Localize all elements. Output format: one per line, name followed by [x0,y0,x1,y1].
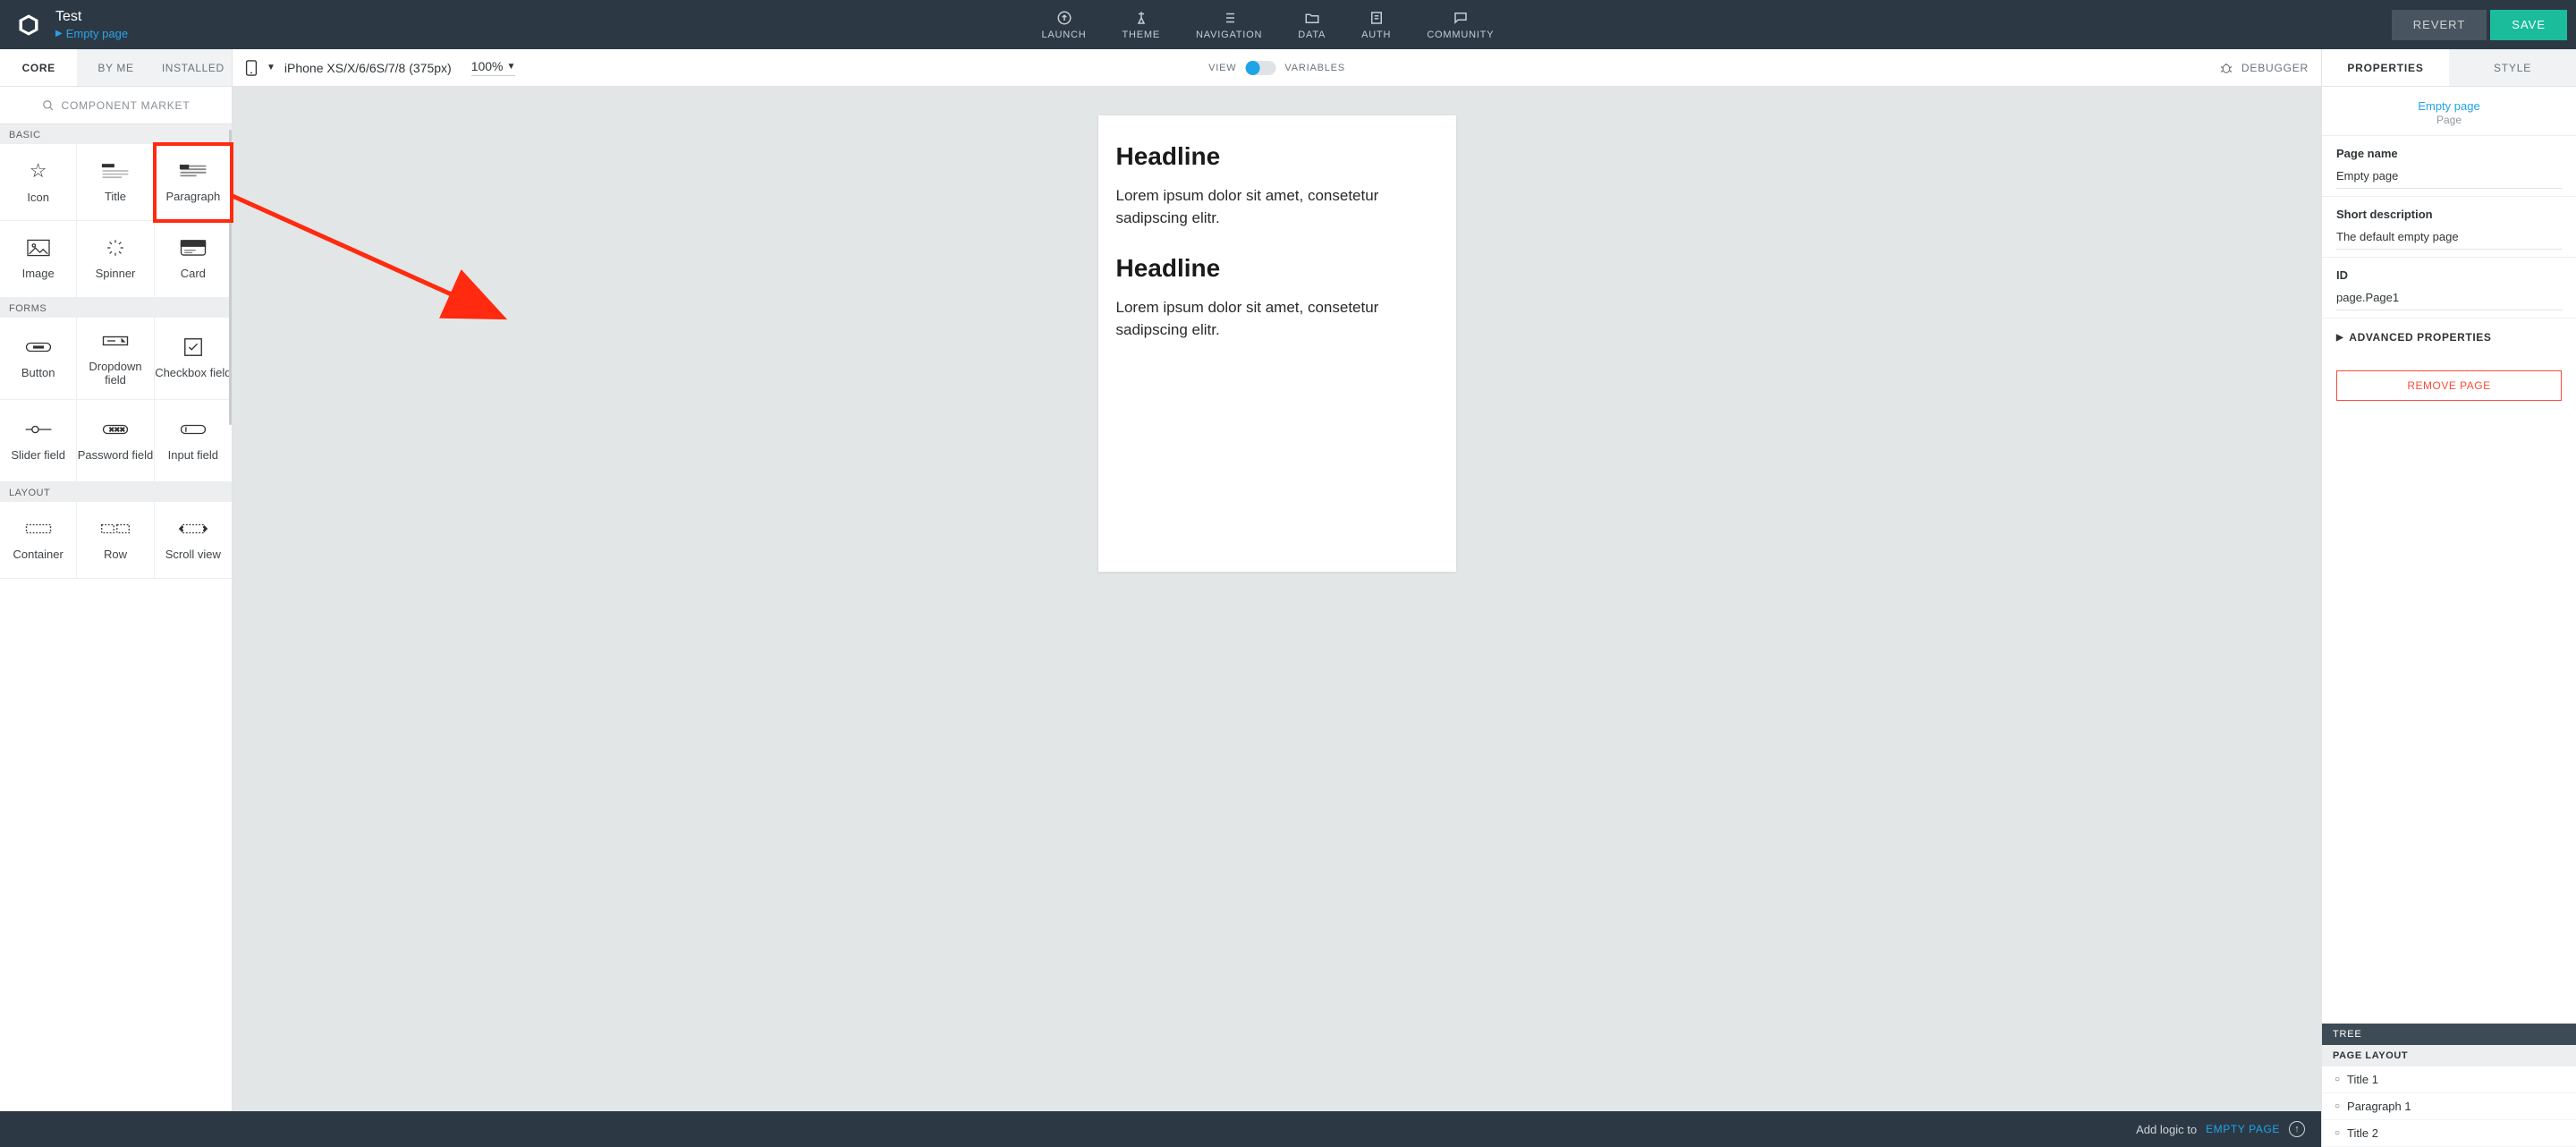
dropdown-icon [99,330,131,352]
tree-item-title1[interactable]: Title 1 [2322,1066,2576,1093]
nav-community[interactable]: COMMUNITY [1427,10,1494,40]
tab-installed[interactable]: INSTALLED [155,49,232,86]
component-dropdown[interactable]: Dropdown field [77,318,154,400]
view-variables-toggle[interactable] [1245,61,1275,75]
properties-panel: Empty page Page Page name Short descript… [2321,87,2576,1147]
search-icon [42,99,55,112]
tree-item-title2[interactable]: Title 2 [2322,1120,2576,1147]
theme-icon [1133,10,1149,26]
input-id[interactable] [2336,287,2562,310]
section-forms: FORMS [0,298,232,318]
component-image[interactable]: Image [0,221,77,298]
sub-bar: CORE BY ME INSTALLED ▼ iPhone XS/X/6/6S/… [0,49,2576,87]
selected-element-type: Page [2322,114,2576,126]
zoom-selector[interactable]: 100%▼ [471,59,516,76]
selected-element-link[interactable]: Empty page [2322,99,2576,113]
container-icon [22,518,55,540]
component-icon[interactable]: ☆Icon [0,144,77,221]
paragraph-icon [177,160,209,182]
canvas-area[interactable]: Headline Lorem ipsum dolor sit amet, con… [233,87,2321,1147]
nav-theme[interactable]: THEME [1123,10,1161,40]
component-panel: COMPONENT MARKET BASIC ☆Icon Title Parag… [0,87,233,1147]
star-icon: ☆ [30,159,47,183]
image-icon [22,237,55,259]
input-page-name[interactable] [2336,166,2562,189]
nav-auth[interactable]: AUTH [1361,10,1391,40]
svg-text:✕✕✕: ✕✕✕ [109,426,125,434]
toggle-label-view: VIEW [1208,63,1236,73]
component-row[interactable]: Row [77,502,154,579]
title-icon [99,160,131,182]
chat-icon [1453,10,1469,26]
checkbox-icon [177,336,209,358]
device-selector[interactable]: ▼ iPhone XS/X/6/6S/7/8 (375px) [245,60,452,76]
folder-icon [1304,10,1320,26]
card-icon [177,237,209,259]
nav-launch[interactable]: LAUNCH [1042,10,1087,40]
tab-core[interactable]: CORE [0,49,77,86]
component-scrollview[interactable]: Scroll view [155,502,232,579]
password-icon: ✕✕✕ [99,419,131,440]
row-icon [99,518,131,540]
logic-footer: Add logic to EMPTY PAGE ↑ [0,1111,2321,1147]
top-bar: Test ▶Empty page LAUNCH THEME NAVIGATION… [0,0,2576,49]
canvas-paragraph-2[interactable]: Lorem ipsum dolor sit amet, consetetur s… [1116,297,1438,341]
component-container[interactable]: Container [0,502,77,579]
spinner-icon [99,237,131,259]
remove-page-button[interactable]: REMOVE PAGE [2336,370,2562,401]
arrow-up-icon[interactable]: ↑ [2289,1121,2305,1137]
upload-icon [1056,10,1072,26]
canvas-headline-2[interactable]: Headline [1116,254,1438,283]
component-slider[interactable]: Slider field [0,400,77,482]
bug-icon [2218,61,2234,75]
nav-navigation[interactable]: NAVIGATION [1196,10,1262,40]
app-title: Test [55,9,128,25]
toggle-label-variables: VARIABLES [1284,63,1345,73]
tree-header: TREE [2322,1024,2576,1045]
tree-item-paragraph1[interactable]: Paragraph 1 [2322,1093,2576,1120]
component-market-button[interactable]: COMPONENT MARKET [0,87,232,124]
section-basic: BASIC [0,124,232,144]
component-button[interactable]: Button [0,318,77,400]
breadcrumb[interactable]: ▶Empty page [55,27,128,40]
label-id: ID [2336,268,2562,282]
footer-text: Add logic to [2136,1123,2197,1136]
component-card[interactable]: Card [155,221,232,298]
auth-icon [1368,10,1385,26]
canvas-paragraph-1[interactable]: Lorem ipsum dolor sit amet, consetetur s… [1116,185,1438,229]
input-icon [177,419,209,440]
footer-link[interactable]: EMPTY PAGE [2206,1123,2280,1135]
nav-data[interactable]: DATA [1298,10,1326,40]
revert-button[interactable]: REVERT [2392,10,2487,40]
component-checkbox[interactable]: Checkbox field [155,318,232,400]
button-icon [22,336,55,358]
tab-style[interactable]: STYLE [2449,49,2576,86]
canvas-headline-1[interactable]: Headline [1116,142,1438,171]
tab-properties[interactable]: PROPERTIES [2322,49,2449,86]
slider-icon [22,419,55,440]
scrollview-icon [177,518,209,540]
phone-canvas[interactable]: Headline Lorem ipsum dolor sit amet, con… [1098,115,1456,572]
list-icon [1221,10,1237,26]
label-page-name: Page name [2336,147,2562,160]
annotation-arrow [233,87,769,427]
component-input[interactable]: Input field [155,400,232,482]
phone-icon [245,60,258,76]
component-paragraph[interactable]: Paragraph [155,144,232,221]
input-short-desc[interactable] [2336,226,2562,250]
advanced-properties-toggle[interactable]: ▶ADVANCED PROPERTIES [2322,318,2576,356]
component-spinner[interactable]: Spinner [77,221,154,298]
tab-byme[interactable]: BY ME [77,49,154,86]
tree-subheader: PAGE LAYOUT [2322,1045,2576,1066]
debugger-button[interactable]: DEBUGGER [2218,61,2309,75]
save-button[interactable]: SAVE [2490,10,2567,40]
component-title[interactable]: Title [77,144,154,221]
component-password[interactable]: ✕✕✕Password field [77,400,154,482]
label-short-desc: Short description [2336,208,2562,221]
app-logo-icon [16,13,41,38]
section-layout: LAYOUT [0,482,232,502]
